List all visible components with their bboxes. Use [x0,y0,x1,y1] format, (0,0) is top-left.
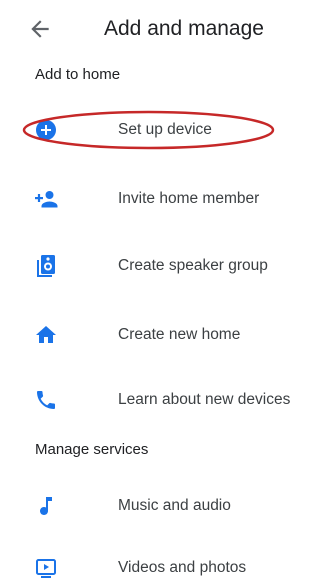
menu-item-label: Set up device [118,121,212,138]
back-button[interactable] [27,16,53,42]
arrow-left-icon [31,20,49,38]
section-header-add-to-home: Add to home [35,66,121,83]
video-icon [34,556,58,580]
person-add-icon [34,187,58,211]
menu-item-label: Learn about new devices [118,391,291,408]
add-circle-icon [34,118,58,142]
page-title: Add and manage [104,17,264,40]
menu-item-music-and-audio[interactable]: Music and audio [0,484,331,528]
menu-item-label: Create speaker group [118,257,268,274]
menu-item-label: Videos and photos [118,559,247,576]
music-note-icon [34,494,58,518]
menu-item-learn-about-new-devices[interactable]: Learn about new devices [0,378,331,422]
menu-item-set-up-device[interactable]: Set up device [0,108,331,152]
app-bar: Add and manage [0,0,331,58]
menu-item-create-new-home[interactable]: Create new home [0,313,331,357]
menu-item-label: Invite home member [118,190,260,207]
menu-item-videos-and-photos[interactable]: Videos and photos [0,546,331,585]
section-header-manage-services: Manage services [35,441,149,458]
menu-item-label: Music and audio [118,497,231,514]
speaker-group-icon [34,254,58,278]
home-icon [34,323,58,347]
menu-item-invite-home-member[interactable]: Invite home member [0,177,331,221]
phone-icon [34,388,58,412]
menu-item-create-speaker-group[interactable]: Create speaker group [0,244,331,288]
add-and-manage-screen: Add and manage Add to home Set up device… [0,0,331,585]
menu-item-label: Create new home [118,326,241,343]
